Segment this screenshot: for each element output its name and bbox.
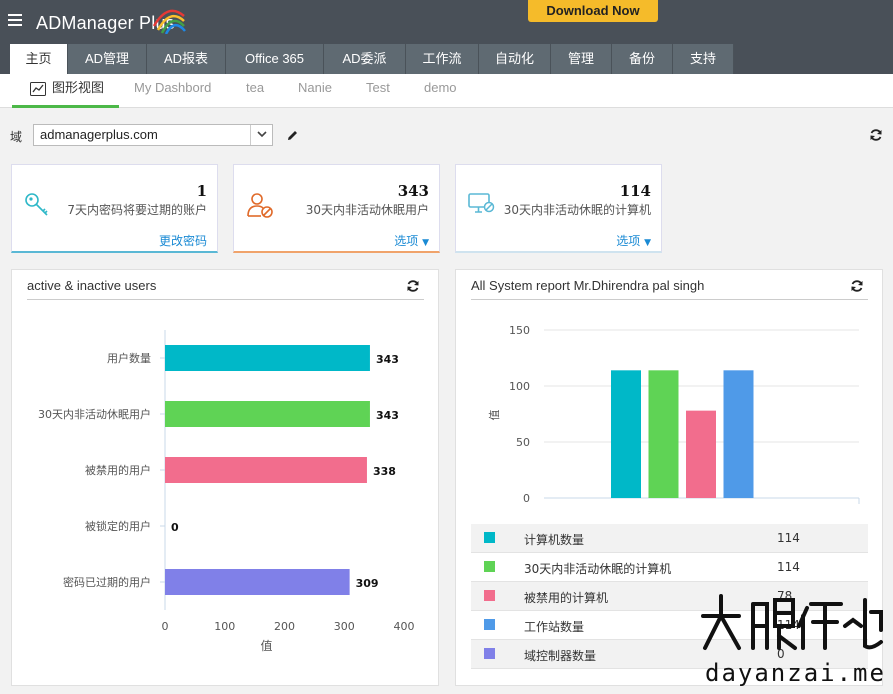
legend-swatch <box>484 532 495 543</box>
tab-ad-reports[interactable]: AD报表 <box>147 44 226 74</box>
chart-icon <box>30 81 46 96</box>
bar <box>686 410 716 498</box>
subtab-nanie[interactable]: Nanie <box>298 74 332 108</box>
card-number: 343 <box>397 182 429 200</box>
tab-support[interactable]: 支持 <box>673 44 734 74</box>
menu-icon[interactable] <box>8 14 22 28</box>
card-number: 1 <box>196 182 207 200</box>
bar <box>165 401 370 427</box>
x-tick-label: 200 <box>274 620 295 633</box>
bar <box>611 370 641 498</box>
domain-value: admanagerplus.com <box>40 127 158 142</box>
bar <box>723 370 754 498</box>
y-axis-label: 值 <box>488 410 501 421</box>
tab-backup[interactable]: 备份 <box>612 44 673 74</box>
data-label: 309 <box>356 577 379 590</box>
dashboard-tabs: 图形视图 My Dashbord tea Nanie Test demo <box>0 74 893 108</box>
change-password-link[interactable]: 更改密码 <box>159 232 207 249</box>
subtab-tea[interactable]: tea <box>246 74 264 108</box>
options-label: 选项 <box>616 234 641 248</box>
y-tick-label: 用户数量 <box>107 351 151 365</box>
tab-ad-delegation[interactable]: AD委派 <box>324 44 406 74</box>
legend-label: 工作站数量 <box>524 620 585 634</box>
main-nav: 主页 AD管理 AD报表 Office 365 AD委派 工作流 自动化 管理 … <box>10 44 734 74</box>
bar <box>165 569 350 595</box>
y-tick-label: 50 <box>516 436 530 449</box>
options-dropdown[interactable]: 选项 ▼ <box>394 232 429 249</box>
y-tick-label: 密码已过期的用户 <box>63 575 151 589</box>
bar <box>165 345 370 371</box>
key-icon <box>25 193 48 216</box>
computer-disabled-icon <box>468 193 495 213</box>
x-tick-label: 400 <box>394 620 415 633</box>
legend-swatch <box>484 648 495 659</box>
y-tick-label: 30天内非活动休眠用户 <box>38 407 151 421</box>
legend-row: 30天内非活动休眠的计算机 114 <box>471 553 868 582</box>
y-tick-label: 100 <box>509 380 530 393</box>
card-number: 114 <box>619 182 651 200</box>
tab-home[interactable]: 主页 <box>10 44 68 74</box>
download-now-button[interactable]: Download Now <box>528 0 658 22</box>
card-expiring-passwords: 1 7天内密码将要过期的账户 更改密码 <box>11 164 218 253</box>
pencil-icon[interactable] <box>286 129 299 142</box>
options-dropdown[interactable]: 选项 ▼ <box>616 232 651 249</box>
subtab-graphic-view[interactable]: 图形视图 <box>12 74 119 108</box>
tab-ad-management[interactable]: AD管理 <box>68 44 147 74</box>
legend-swatch <box>484 619 495 630</box>
card-description: 30天内非活动休眠的计算机 <box>503 203 651 217</box>
card-description: 30天内非活动休眠用户 <box>305 203 429 217</box>
y-tick-label: 被锁定的用户 <box>85 519 151 533</box>
users-bar-chart: 用户数量 343 30天内非活动休眠用户 343 被禁用的用户 338 被锁定的用户 0 密码已… <box>38 330 415 653</box>
card-inactive-users: 343 30天内非活动休眠用户 选项 ▼ <box>233 164 440 253</box>
refresh-icon[interactable] <box>869 128 883 142</box>
legend-label: 计算机数量 <box>524 533 585 547</box>
user-disabled-icon <box>247 193 273 218</box>
caret-down-icon: ▼ <box>644 238 651 248</box>
domain-select[interactable]: admanagerplus.com <box>33 124 273 146</box>
legend-swatch <box>484 561 495 572</box>
legend-label: 30天内非活动休眠的计算机 <box>524 562 672 576</box>
data-label: 343 <box>376 353 399 366</box>
y-tick-label: 0 <box>523 492 530 505</box>
y-tick-label: 150 <box>509 324 530 337</box>
subtab-test[interactable]: Test <box>366 74 390 108</box>
card-inactive-computers: 114 30天内非活动休眠的计算机 选项 ▼ <box>455 164 662 253</box>
legend-value: 114 <box>777 560 800 574</box>
chevron-down-icon[interactable] <box>250 125 272 145</box>
subtab-demo[interactable]: demo <box>424 74 457 108</box>
legend-label: 域控制器数量 <box>524 649 597 663</box>
options-label: 选项 <box>394 234 419 248</box>
data-label: 338 <box>373 465 396 478</box>
x-tick-label: 0 <box>162 620 169 633</box>
legend-swatch <box>484 590 495 601</box>
tab-workflow[interactable]: 工作流 <box>406 44 479 74</box>
refresh-icon[interactable] <box>406 279 420 293</box>
legend-row: 计算机数量 114 <box>471 524 868 553</box>
legend-label: 被禁用的计算机 <box>524 591 609 605</box>
watermark-url: dayanzai.me <box>705 659 886 687</box>
tab-admin[interactable]: 管理 <box>551 44 612 74</box>
bar <box>165 457 367 483</box>
subtab-my-dashboard[interactable]: My Dashbord <box>134 74 211 108</box>
subtab-label: 图形视图 <box>52 80 105 95</box>
data-label: 0 <box>171 521 179 534</box>
tab-automation[interactable]: 自动化 <box>479 44 551 74</box>
tab-office365[interactable]: Office 365 <box>226 44 324 74</box>
y-tick-label: 被禁用的用户 <box>85 463 151 477</box>
logo-arc-icon <box>152 9 186 34</box>
computers-bar-chart: 0 50 100 150 值 <box>488 324 860 505</box>
legend-value: 114 <box>777 531 800 545</box>
card-description: 7天内密码将要过期的账户 <box>67 203 207 217</box>
caret-down-icon: ▼ <box>422 238 429 248</box>
panel-title: All System report Mr.Dhirendra pal singh <box>471 278 705 293</box>
x-axis-label: 值 <box>260 638 272 653</box>
refresh-icon[interactable] <box>850 279 864 293</box>
x-tick-label: 300 <box>334 620 355 633</box>
panel-title: active & inactive users <box>27 278 157 293</box>
x-tick-label: 100 <box>214 620 235 633</box>
panel-active-inactive-users: active & inactive users 用户数量 343 30天内非活动休眠… <box>11 269 439 686</box>
domain-label: 域 <box>10 130 23 144</box>
data-label: 343 <box>376 409 399 422</box>
bar <box>648 370 679 498</box>
